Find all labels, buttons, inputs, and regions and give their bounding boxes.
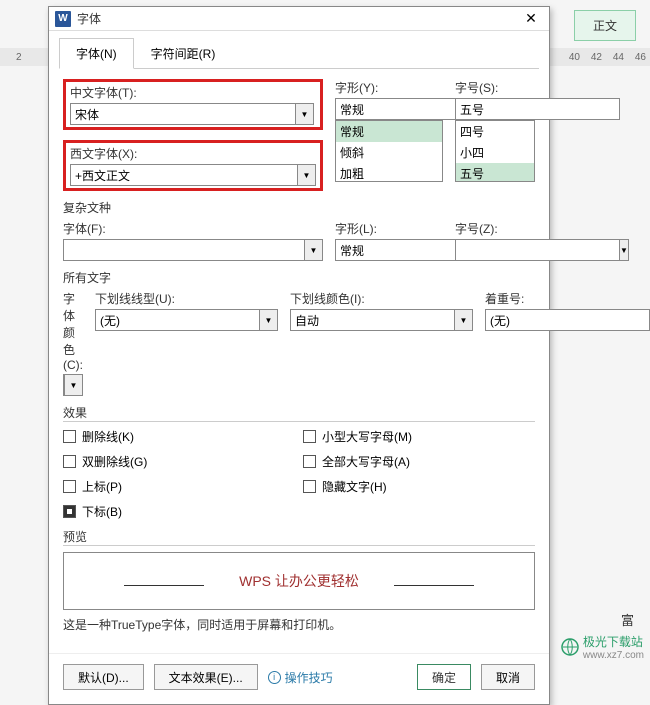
- alltext-title: 所有文字: [63, 269, 535, 286]
- tabs: 字体(N) 字符间距(R): [59, 37, 539, 69]
- tips-link[interactable]: i 操作技巧: [268, 669, 333, 686]
- west-font-label: 西文字体(X):: [70, 145, 316, 162]
- chk-smallcaps[interactable]: 小型大写字母(M): [303, 428, 483, 445]
- size-listbox[interactable]: 四号 小四 五号: [455, 120, 535, 182]
- ruler-mark: 40: [569, 52, 580, 63]
- chk-label: 下标(B): [82, 503, 122, 520]
- chk-label: 双删除线(G): [82, 453, 147, 470]
- font-dialog: W 字体 ✕ 字体(N) 字符间距(R) 中文字体(T): ▼ 西文字体(X):: [48, 6, 550, 705]
- chk-superscript[interactable]: 上标(P): [63, 478, 243, 495]
- effects-title: 效果: [63, 404, 535, 422]
- cn-font-label: 中文字体(T):: [70, 84, 314, 101]
- chk-label: 删除线(K): [82, 428, 134, 445]
- close-icon[interactable]: ✕: [513, 7, 549, 31]
- size-input[interactable]: [455, 98, 620, 120]
- chk-label: 上标(P): [82, 478, 122, 495]
- chk-subscript[interactable]: 下标(B): [63, 503, 243, 520]
- chevron-down-icon[interactable]: ▼: [65, 374, 83, 396]
- list-item[interactable]: 加粗: [336, 163, 442, 182]
- list-item[interactable]: 小四: [456, 142, 534, 163]
- info-icon: i: [268, 671, 281, 684]
- ruler-mark: 44: [613, 52, 624, 63]
- emphasis-input[interactable]: [485, 309, 650, 331]
- list-item[interactable]: 五号: [456, 163, 534, 182]
- underline-label: 下划线线型(U):: [95, 290, 278, 307]
- chk-hidden[interactable]: 隐藏文字(H): [303, 478, 483, 495]
- preview-title: 预览: [63, 528, 535, 546]
- chevron-down-icon[interactable]: ▼: [455, 309, 473, 331]
- chk-label: 隐藏文字(H): [322, 478, 387, 495]
- complex-size-label: 字号(Z):: [455, 220, 535, 237]
- truetype-hint: 这是一种TrueType字体，同时适用于屏幕和打印机。: [63, 616, 535, 633]
- watermark-url: www.xz7.com: [583, 650, 644, 661]
- chk-label: 小型大写字母(M): [322, 428, 412, 445]
- globe-icon: [561, 638, 579, 656]
- chk-strike[interactable]: 删除线(K): [63, 428, 243, 445]
- dialog-footer: 默认(D)... 文本效果(E)... i 操作技巧 确定 取消: [49, 653, 549, 704]
- chevron-down-icon[interactable]: ▼: [305, 239, 323, 261]
- bg-text: 富: [621, 610, 634, 629]
- default-button[interactable]: 默认(D)...: [63, 664, 144, 690]
- chk-allcaps[interactable]: 全部大写字母(A): [303, 453, 483, 470]
- chk-label: 全部大写字母(A): [322, 453, 410, 470]
- tab-spacing[interactable]: 字符间距(R): [134, 38, 233, 69]
- ruler-mark: 2: [16, 52, 22, 63]
- preview-box: WPS 让办公更轻松: [63, 552, 535, 610]
- app-icon: W: [55, 11, 71, 27]
- complex-font-label: 字体(F):: [63, 220, 323, 237]
- complex-font-input[interactable]: [63, 239, 305, 261]
- preview-text: WPS 让办公更轻松: [239, 571, 359, 591]
- list-item[interactable]: 常规: [336, 121, 442, 142]
- font-color-picker[interactable]: ▼: [63, 374, 83, 396]
- dialog-title: 字体: [77, 10, 513, 27]
- titlebar: W 字体 ✕: [49, 7, 549, 31]
- cn-font-input[interactable]: [70, 103, 296, 125]
- chevron-down-icon[interactable]: ▼: [620, 239, 629, 261]
- cancel-button[interactable]: 取消: [481, 664, 535, 690]
- west-font-input[interactable]: [70, 164, 298, 186]
- underline-input[interactable]: [95, 309, 260, 331]
- chevron-down-icon[interactable]: ▼: [298, 164, 316, 186]
- ulcolor-input[interactable]: [290, 309, 455, 331]
- complex-title: 复杂文种: [63, 199, 535, 216]
- style-label: 字形(Y):: [335, 79, 443, 96]
- ruler-mark: 42: [591, 52, 602, 63]
- chevron-down-icon[interactable]: ▼: [296, 103, 314, 125]
- ulcolor-label: 下划线颜色(I):: [290, 290, 473, 307]
- size-label: 字号(S):: [455, 79, 535, 96]
- style-zhengwen-button[interactable]: 正文: [574, 10, 636, 41]
- complex-size-input[interactable]: [455, 239, 620, 261]
- ok-button[interactable]: 确定: [417, 664, 471, 690]
- chevron-down-icon[interactable]: ▼: [260, 309, 278, 331]
- chk-double-strike[interactable]: 双删除线(G): [63, 453, 243, 470]
- list-item[interactable]: 倾斜: [336, 142, 442, 163]
- complex-style-label: 字形(L):: [335, 220, 443, 237]
- style-listbox[interactable]: 常规 倾斜 加粗: [335, 120, 443, 182]
- tips-label: 操作技巧: [285, 669, 333, 686]
- tab-font[interactable]: 字体(N): [59, 38, 134, 69]
- color-label: 字体颜色(C):: [63, 290, 83, 372]
- watermark-name: 极光下载站: [583, 633, 644, 650]
- emphasis-label: 着重号:: [485, 290, 565, 307]
- ruler-mark: 46: [635, 52, 646, 63]
- list-item[interactable]: 四号: [456, 121, 534, 142]
- text-effect-button[interactable]: 文本效果(E)...: [154, 664, 258, 690]
- watermark: 极光下载站 www.xz7.com: [561, 633, 644, 661]
